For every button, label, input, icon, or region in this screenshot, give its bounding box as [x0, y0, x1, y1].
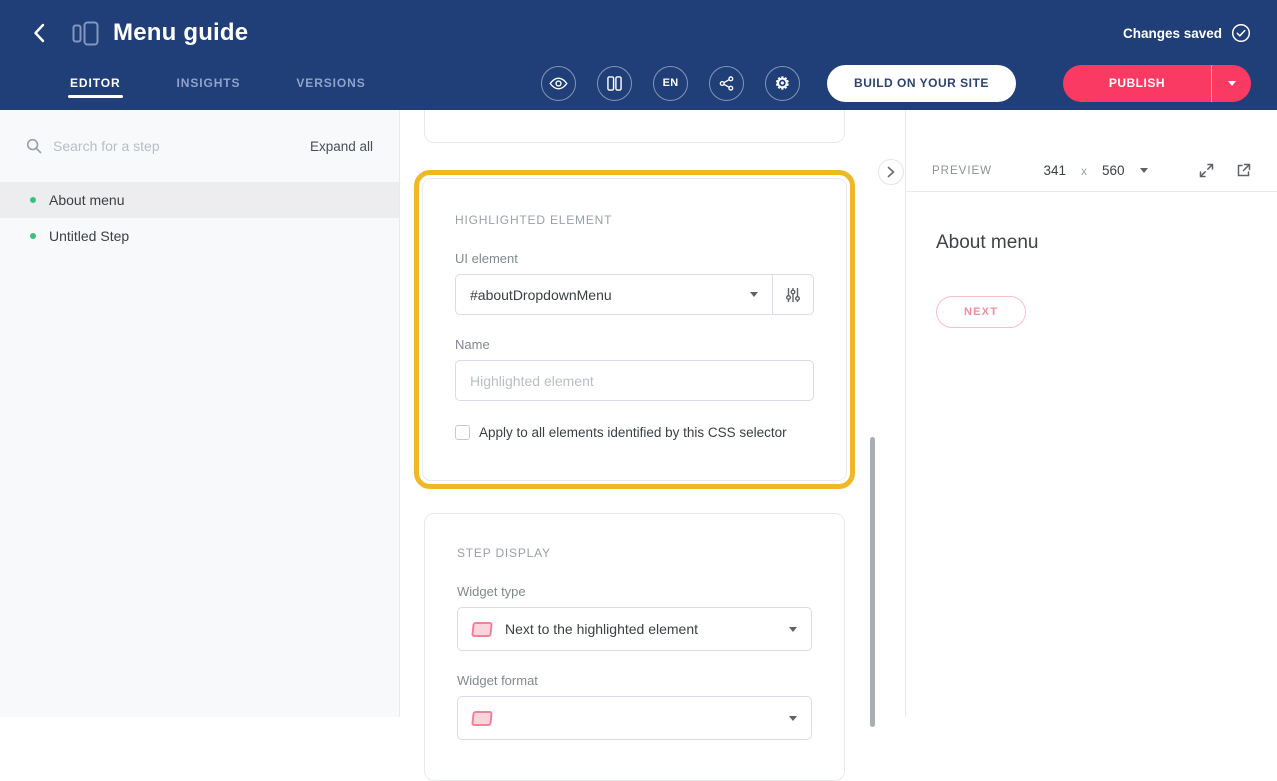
section-title: HIGHLIGHTED ELEMENT — [455, 213, 814, 227]
step-label: About menu — [49, 192, 125, 208]
tooltip-widget-icon — [471, 622, 493, 637]
step-status-dot — [30, 197, 36, 203]
next-button-label: NEXT — [964, 306, 998, 318]
preview-dimensions-select[interactable]: 341 x 560 — [1043, 163, 1147, 178]
preview-width-value: 341 — [1043, 163, 1066, 178]
apply-all-row: Apply to all elements identified by this… — [455, 425, 814, 440]
search-step-input[interactable] — [53, 138, 299, 154]
previous-card-partial — [424, 110, 845, 143]
tab-insights-label: INSIGHTS — [177, 76, 241, 90]
expand-diagonal-icon — [1199, 163, 1214, 178]
changes-saved-label: Changes saved — [1123, 26, 1222, 41]
collapse-preview-button[interactable] — [878, 159, 904, 185]
check-circle-icon — [1231, 23, 1251, 43]
name-label: Name — [455, 337, 814, 352]
page-title: Menu guide — [113, 19, 248, 47]
apply-all-checkbox[interactable] — [455, 425, 470, 440]
section-title: STEP DISPLAY — [457, 546, 812, 560]
expand-all-link[interactable]: Expand all — [310, 139, 373, 154]
preview-body: About menu NEXT — [906, 192, 1277, 368]
tab-editor-label: EDITOR — [70, 76, 121, 90]
tooltip-widget-icon — [471, 711, 493, 726]
chevron-down-icon — [1140, 168, 1148, 173]
preview-title: PREVIEW — [932, 165, 992, 177]
share-button[interactable] — [709, 66, 744, 101]
settings-button[interactable]: ⚙ — [765, 66, 800, 101]
back-button[interactable] — [26, 20, 52, 46]
tab-versions-label: VERSIONS — [296, 76, 365, 90]
tab-versions[interactable]: VERSIONS — [296, 60, 365, 106]
preview-header: PREVIEW 341 x 560 — [906, 150, 1277, 192]
publish-label: PUBLISH — [1109, 76, 1165, 90]
fullscreen-button[interactable] — [1199, 163, 1214, 178]
sidebar-step-untitled[interactable]: Untitled Step — [0, 218, 399, 254]
sidebar-step-about-menu[interactable]: About menu — [0, 182, 399, 218]
open-in-new-tab-button[interactable] — [1236, 163, 1251, 178]
chevron-down-icon — [1228, 81, 1236, 86]
publish-button[interactable]: PUBLISH — [1063, 65, 1211, 102]
preview-height-value: 560 — [1102, 163, 1125, 178]
chevron-left-icon — [33, 23, 45, 43]
tab-editor[interactable]: EDITOR — [70, 60, 121, 106]
step-editor-column: HIGHLIGHTED ELEMENT UI element #aboutDro… — [400, 110, 905, 717]
header-tabs-row: EDITOR INSIGHTS VERSIONS EN ⚙ BUILD ON Y… — [0, 60, 1277, 106]
preview-panel: PREVIEW 341 x 560 About menu NEXT — [905, 110, 1277, 717]
preview-step-title: About menu — [936, 232, 1247, 254]
ui-element-control: #aboutDropdownMenu — [455, 274, 814, 315]
highlighted-element-name-input[interactable] — [455, 360, 814, 401]
sidebar-search-row: Expand all — [0, 110, 399, 182]
step-display-card: STEP DISPLAY Widget type Next to the hig… — [424, 513, 845, 781]
selector-settings-button[interactable] — [772, 275, 813, 314]
share-icon — [719, 76, 734, 91]
eye-icon — [549, 76, 568, 91]
language-badge: EN — [663, 77, 679, 89]
language-button[interactable]: EN — [653, 66, 688, 101]
publish-button-group: PUBLISH — [1063, 65, 1251, 102]
layout-button[interactable] — [597, 66, 632, 101]
chevron-right-icon — [887, 166, 895, 178]
build-on-your-site-label: BUILD ON YOUR SITE — [854, 76, 989, 90]
search-icon — [26, 138, 42, 154]
apply-all-label: Apply to all elements identified by this… — [479, 425, 787, 440]
ui-element-select[interactable]: #aboutDropdownMenu — [456, 275, 772, 314]
highlighted-element-card-outline: HIGHLIGHTED ELEMENT UI element #aboutDro… — [414, 170, 855, 489]
step-status-dot — [30, 233, 36, 239]
columns-layout-icon — [607, 76, 622, 91]
widget-format-select[interactable] — [457, 696, 812, 740]
guide-type-icon — [72, 21, 99, 46]
preview-eye-button[interactable] — [541, 66, 576, 101]
header-top-row: Menu guide Changes saved — [0, 0, 1277, 60]
preview-next-button[interactable]: NEXT — [936, 296, 1026, 328]
dimension-separator: x — [1081, 164, 1087, 178]
ui-element-value: #aboutDropdownMenu — [470, 287, 612, 303]
editor-scrollbar[interactable] — [870, 437, 875, 727]
build-on-your-site-button[interactable]: BUILD ON YOUR SITE — [827, 65, 1016, 102]
step-label: Untitled Step — [49, 228, 129, 244]
widget-type-select[interactable]: Next to the highlighted element — [457, 607, 812, 651]
gear-icon: ⚙ — [775, 75, 791, 92]
preview-header-actions — [1199, 163, 1251, 178]
header-actions: EN ⚙ BUILD ON YOUR SITE PUBLISH — [541, 65, 1251, 102]
changes-saved-status: Changes saved — [1123, 23, 1251, 43]
tab-insights[interactable]: INSIGHTS — [177, 60, 241, 106]
editor-tabs: EDITOR INSIGHTS VERSIONS — [70, 60, 366, 106]
tune-sliders-icon — [785, 287, 801, 303]
widget-format-label: Widget format — [457, 673, 812, 688]
publish-dropdown-button[interactable] — [1211, 65, 1251, 102]
chevron-down-icon — [789, 627, 797, 632]
chevron-down-icon — [750, 292, 758, 297]
highlighted-element-card: HIGHLIGHTED ELEMENT UI element #aboutDro… — [422, 178, 847, 481]
chevron-down-icon — [789, 716, 797, 721]
widget-type-label: Widget type — [457, 584, 812, 599]
steps-sidebar: Expand all About menu Untitled Step — [0, 110, 400, 717]
widget-type-value: Next to the highlighted element — [505, 621, 776, 637]
open-in-new-icon — [1236, 163, 1251, 178]
ui-element-label: UI element — [455, 251, 814, 266]
app-header: Menu guide Changes saved EDITOR INSIGHTS… — [0, 0, 1277, 110]
